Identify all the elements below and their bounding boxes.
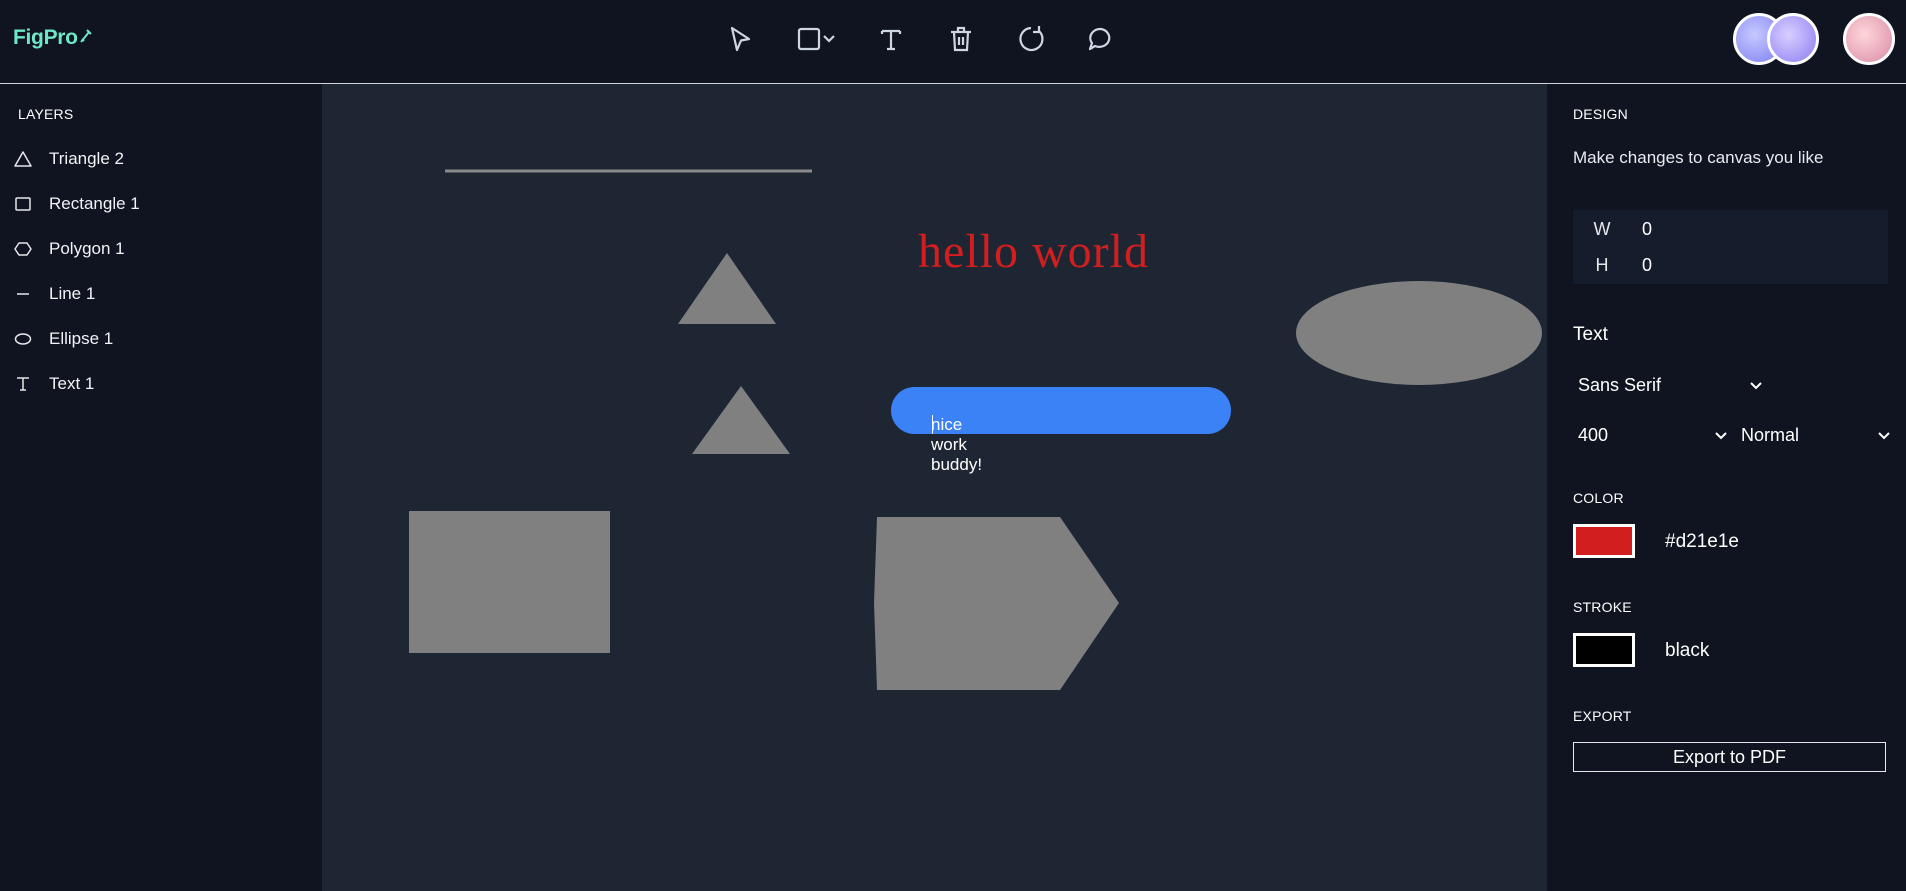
layer-item-polygon-1[interactable]: Polygon 1 [0, 226, 322, 271]
layers-title: LAYERS [18, 106, 74, 122]
chevron-down-icon [823, 35, 835, 43]
layer-label: Rectangle 1 [49, 193, 140, 213]
font-family-select[interactable]: Sans Serif [1578, 370, 1763, 400]
triangle-icon [14, 150, 32, 168]
stroke-title: STROKE [1573, 599, 1632, 615]
font-weight-value: 400 [1578, 424, 1609, 445]
fill-color-swatch[interactable] [1573, 524, 1635, 558]
cursor-arrow-icon [730, 26, 751, 52]
layer-item-line-1[interactable]: Line 1 [0, 271, 322, 316]
width-input[interactable]: 0 [1642, 219, 1652, 240]
reset-tool[interactable] [1010, 18, 1052, 60]
font-style-select[interactable]: Normal [1741, 420, 1891, 450]
pen-icon [79, 26, 93, 50]
width-label: W [1593, 218, 1611, 239]
square-icon [797, 27, 821, 51]
stroke-color-swatch[interactable] [1573, 633, 1635, 667]
font-weight-select[interactable]: 400 [1578, 420, 1728, 450]
comment-tool[interactable] [1080, 18, 1122, 60]
layer-label: Text 1 [49, 373, 95, 393]
shape-tool[interactable] [790, 18, 842, 60]
font-family-value: Sans Serif [1578, 374, 1662, 395]
chevron-down-icon [1714, 427, 1728, 448]
layer-label: Ellipse 1 [49, 328, 114, 348]
text-edit-box[interactable]: nice work buddy! [891, 387, 1231, 474]
trash-icon [951, 26, 971, 52]
height-label: H [1595, 254, 1609, 275]
speech-bubble-icon [1088, 27, 1111, 51]
hexagon-icon [14, 240, 32, 258]
font-style-value: Normal [1741, 424, 1800, 445]
layer-item-text-1[interactable]: Text 1 [0, 361, 322, 406]
canvas-text-heading[interactable]: hello world [918, 224, 1149, 279]
text-tool[interactable] [870, 18, 912, 60]
layer-list: Triangle 2 Rectangle 1 Polygon 1 Line 1 … [0, 136, 322, 406]
layer-item-triangle-2[interactable]: Triangle 2 [0, 136, 322, 181]
design-panel: DESIGN Make changes to canvas you like W… [1547, 84, 1906, 891]
text-t-icon [880, 29, 902, 51]
rectangle-shape[interactable] [409, 511, 610, 653]
width-row: W 0 [1573, 211, 1888, 247]
height-input[interactable]: 0 [1642, 255, 1652, 276]
layers-panel: LAYERS Triangle 2 Rectangle 1 Polygon 1 … [0, 84, 322, 891]
stroke-color-value[interactable]: black [1665, 640, 1709, 662]
rectangle-icon [14, 195, 32, 213]
logo-text: FigPro [13, 26, 78, 49]
rotate-icon [1019, 26, 1044, 52]
text-t-icon [14, 375, 32, 393]
height-row: H 0 [1573, 247, 1888, 283]
delete-tool[interactable] [940, 18, 982, 60]
export-pdf-button[interactable]: Export to PDF [1573, 742, 1886, 772]
triangle-shape[interactable] [692, 386, 790, 454]
color-title: COLOR [1573, 490, 1624, 506]
collaborator-avatar[interactable] [1767, 13, 1819, 65]
app-logo[interactable]: FigPro [13, 26, 93, 50]
triangle-shape[interactable] [678, 253, 776, 324]
toolbar [720, 18, 1150, 60]
top-bar: FigPro [0, 0, 1906, 84]
ellipse-icon [14, 330, 32, 348]
user-avatar[interactable] [1843, 13, 1895, 65]
chevron-down-icon [1877, 427, 1891, 448]
fill-color-value[interactable]: #d21e1e [1665, 531, 1739, 553]
layer-item-ellipse-1[interactable]: Ellipse 1 [0, 316, 322, 361]
layer-item-rectangle-1[interactable]: Rectangle 1 [0, 181, 322, 226]
text-caret [932, 415, 933, 434]
hexagon-shape[interactable] [874, 517, 1119, 690]
line-icon [14, 285, 32, 303]
dimensions-box: W 0 H 0 [1573, 210, 1888, 284]
select-tool[interactable] [720, 18, 762, 60]
ellipse-shape[interactable] [1296, 281, 1542, 385]
export-title: EXPORT [1573, 708, 1632, 724]
drawing-canvas[interactable]: hello world nice work buddy! [322, 84, 1547, 891]
design-title: DESIGN [1573, 106, 1628, 122]
layer-label: Polygon 1 [49, 238, 125, 258]
layer-label: Line 1 [49, 283, 96, 303]
design-subtitle: Make changes to canvas you like [1573, 148, 1824, 167]
text-section-title: Text [1573, 324, 1608, 345]
text-edit-value: nice work buddy! [931, 415, 983, 474]
chevron-down-icon [1749, 377, 1763, 398]
layer-label: Triangle 2 [49, 148, 124, 168]
